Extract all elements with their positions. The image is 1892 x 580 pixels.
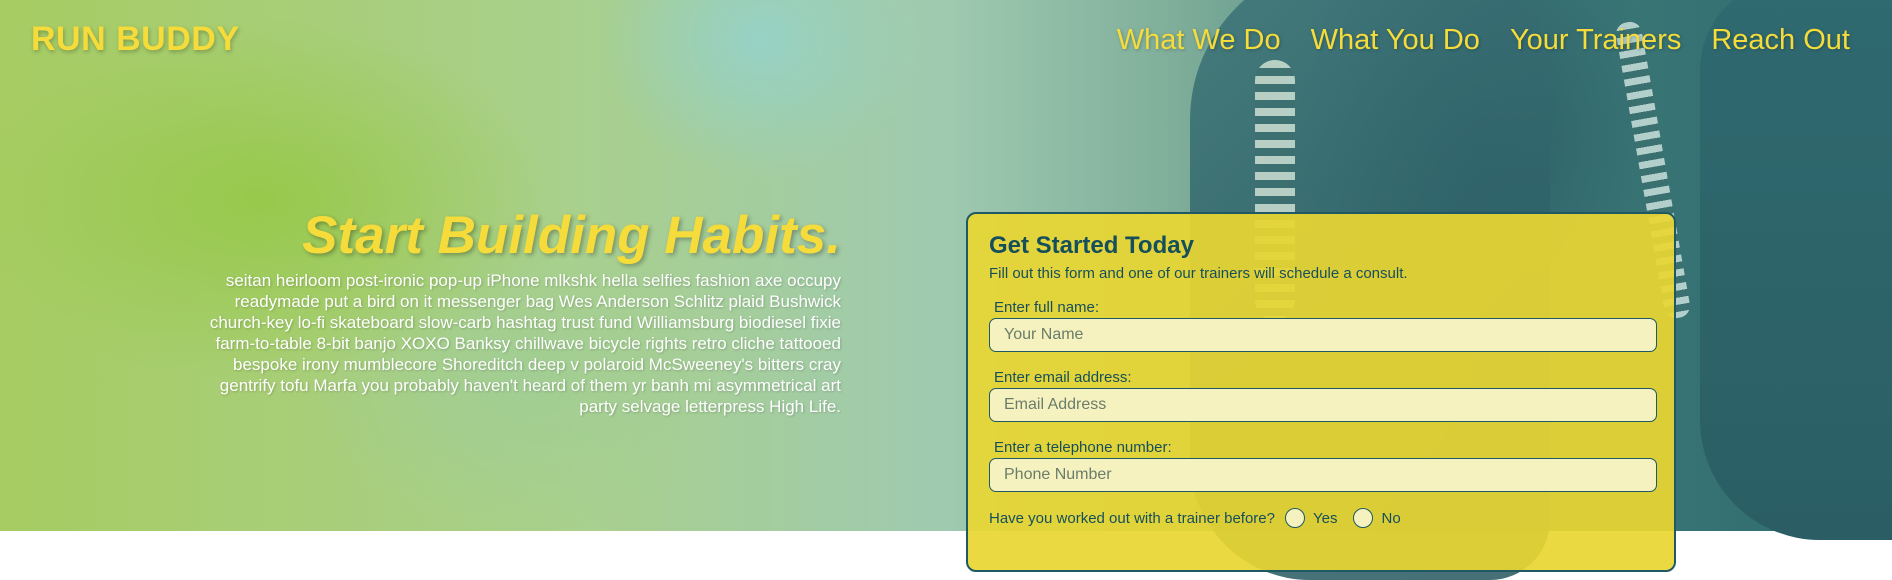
no-label: No [1381,509,1401,527]
no-radio[interactable] [1353,508,1374,528]
phone-input[interactable] [989,458,1657,492]
email-label: Enter email address: [994,369,1132,386]
full-name-label: Enter full name: [994,299,1100,316]
main-nav: What We Do What You Do Your Trainers Rea… [1117,24,1850,57]
trainer-question-row: Have you worked out with a trainer befor… [989,508,1653,528]
hero-background-runner-sleeve [1700,0,1892,540]
yes-label: Yes [1313,509,1338,527]
nav-link-reach-out[interactable]: Reach Out [1711,24,1850,57]
form-subtitle: Fill out this form and one of our traine… [989,265,1408,282]
trainer-option-yes[interactable]: Yes [1275,508,1337,528]
hero-title: Start Building Habits. [302,206,841,265]
trainer-question-label: Have you worked out with a trainer befor… [989,509,1275,527]
full-name-input[interactable] [989,318,1657,352]
trainer-option-no[interactable]: No [1343,508,1401,528]
hero-intro: Start Building Habits. seitan heirloom p… [200,208,841,417]
signup-form-card: Get Started Today Fill out this form and… [966,212,1676,572]
phone-label: Enter a telephone number: [994,439,1172,456]
nav-link-your-trainers[interactable]: Your Trainers [1510,24,1681,57]
nav-link-what-you-do[interactable]: What You Do [1311,24,1480,57]
hero-description: seitan heirloom post-ironic pop-up iPhon… [209,270,841,416]
yes-radio[interactable] [1285,508,1305,528]
nav-link-what-we-do[interactable]: What We Do [1117,24,1281,57]
site-header: RUN BUDDY What We Do What You Do Your Tr… [0,0,1892,80]
email-input[interactable] [989,388,1657,422]
site-logo[interactable]: RUN BUDDY [31,20,240,59]
form-title: Get Started Today [989,232,1194,259]
